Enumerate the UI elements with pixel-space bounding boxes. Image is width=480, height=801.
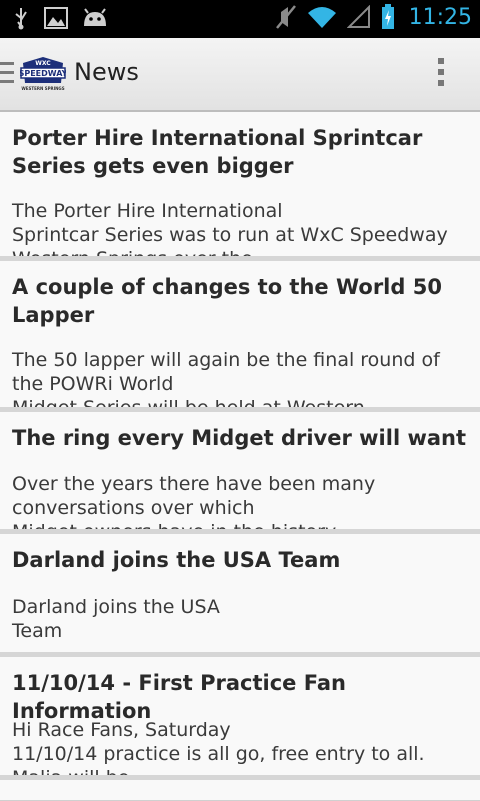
battery-icon — [381, 4, 394, 29]
news-summary: Hi Race Fans, Saturday 11/10/14 practice… — [12, 719, 425, 775]
system-icons: 11:25 — [275, 4, 472, 30]
news-item[interactable]: 11/10/14 - First Practice Fan Informatio… — [0, 657, 480, 776]
news-title: 11/10/14 - First Practice Fan Informatio… — [12, 671, 346, 723]
news-title: A couple of changes to the World 50 Lapp… — [12, 275, 442, 327]
speedway-logo[interactable]: WXC SPEEDWAY WESTERN SPRINGS — [20, 55, 66, 93]
svg-text:WESTERN SPRINGS: WESTERN SPRINGS — [21, 86, 64, 91]
wifi-icon — [307, 7, 336, 28]
signal-icon — [346, 5, 370, 28]
page-title: News — [74, 58, 139, 86]
image-icon — [44, 7, 68, 29]
mute-icon — [275, 5, 296, 29]
news-item[interactable]: A couple of changes to the World 50 Lapp… — [0, 261, 480, 408]
news-summary: Over the years there have been many conv… — [12, 473, 376, 529]
news-item[interactable]: The ring every Midget driver will want O… — [0, 412, 480, 530]
overflow-menu-icon[interactable] — [438, 58, 444, 91]
svg-text:WXC: WXC — [35, 60, 51, 67]
news-item[interactable]: Porter Hire International Sprintcar Seri… — [0, 112, 480, 257]
notification-icons — [12, 6, 108, 30]
news-title: The ring every Midget driver will want — [12, 426, 467, 450]
action-bar: WXC SPEEDWAY WESTERN SPRINGS News — [0, 38, 480, 112]
news-item[interactable]: Darland joins the USA Team Darland joins… — [0, 534, 480, 653]
clock: 11:25 — [408, 4, 472, 30]
svg-text:SPEEDWAY: SPEEDWAY — [20, 69, 66, 78]
news-summary: The 50 lapper will again be the final ro… — [12, 349, 440, 408]
news-summary: The Porter Hire International Sprintcar … — [12, 200, 448, 256]
news-item[interactable] — [0, 780, 480, 801]
status-bar: 11:25 — [0, 0, 480, 38]
android-icon — [84, 8, 106, 26]
news-title: Porter Hire International Sprintcar Seri… — [12, 126, 423, 178]
news-summary: Darland joins the USA Team — [12, 596, 220, 642]
drawer-indicator-icon[interactable] — [0, 62, 14, 89]
usb-icon — [15, 8, 27, 30]
news-title: Darland joins the USA Team — [12, 548, 341, 572]
